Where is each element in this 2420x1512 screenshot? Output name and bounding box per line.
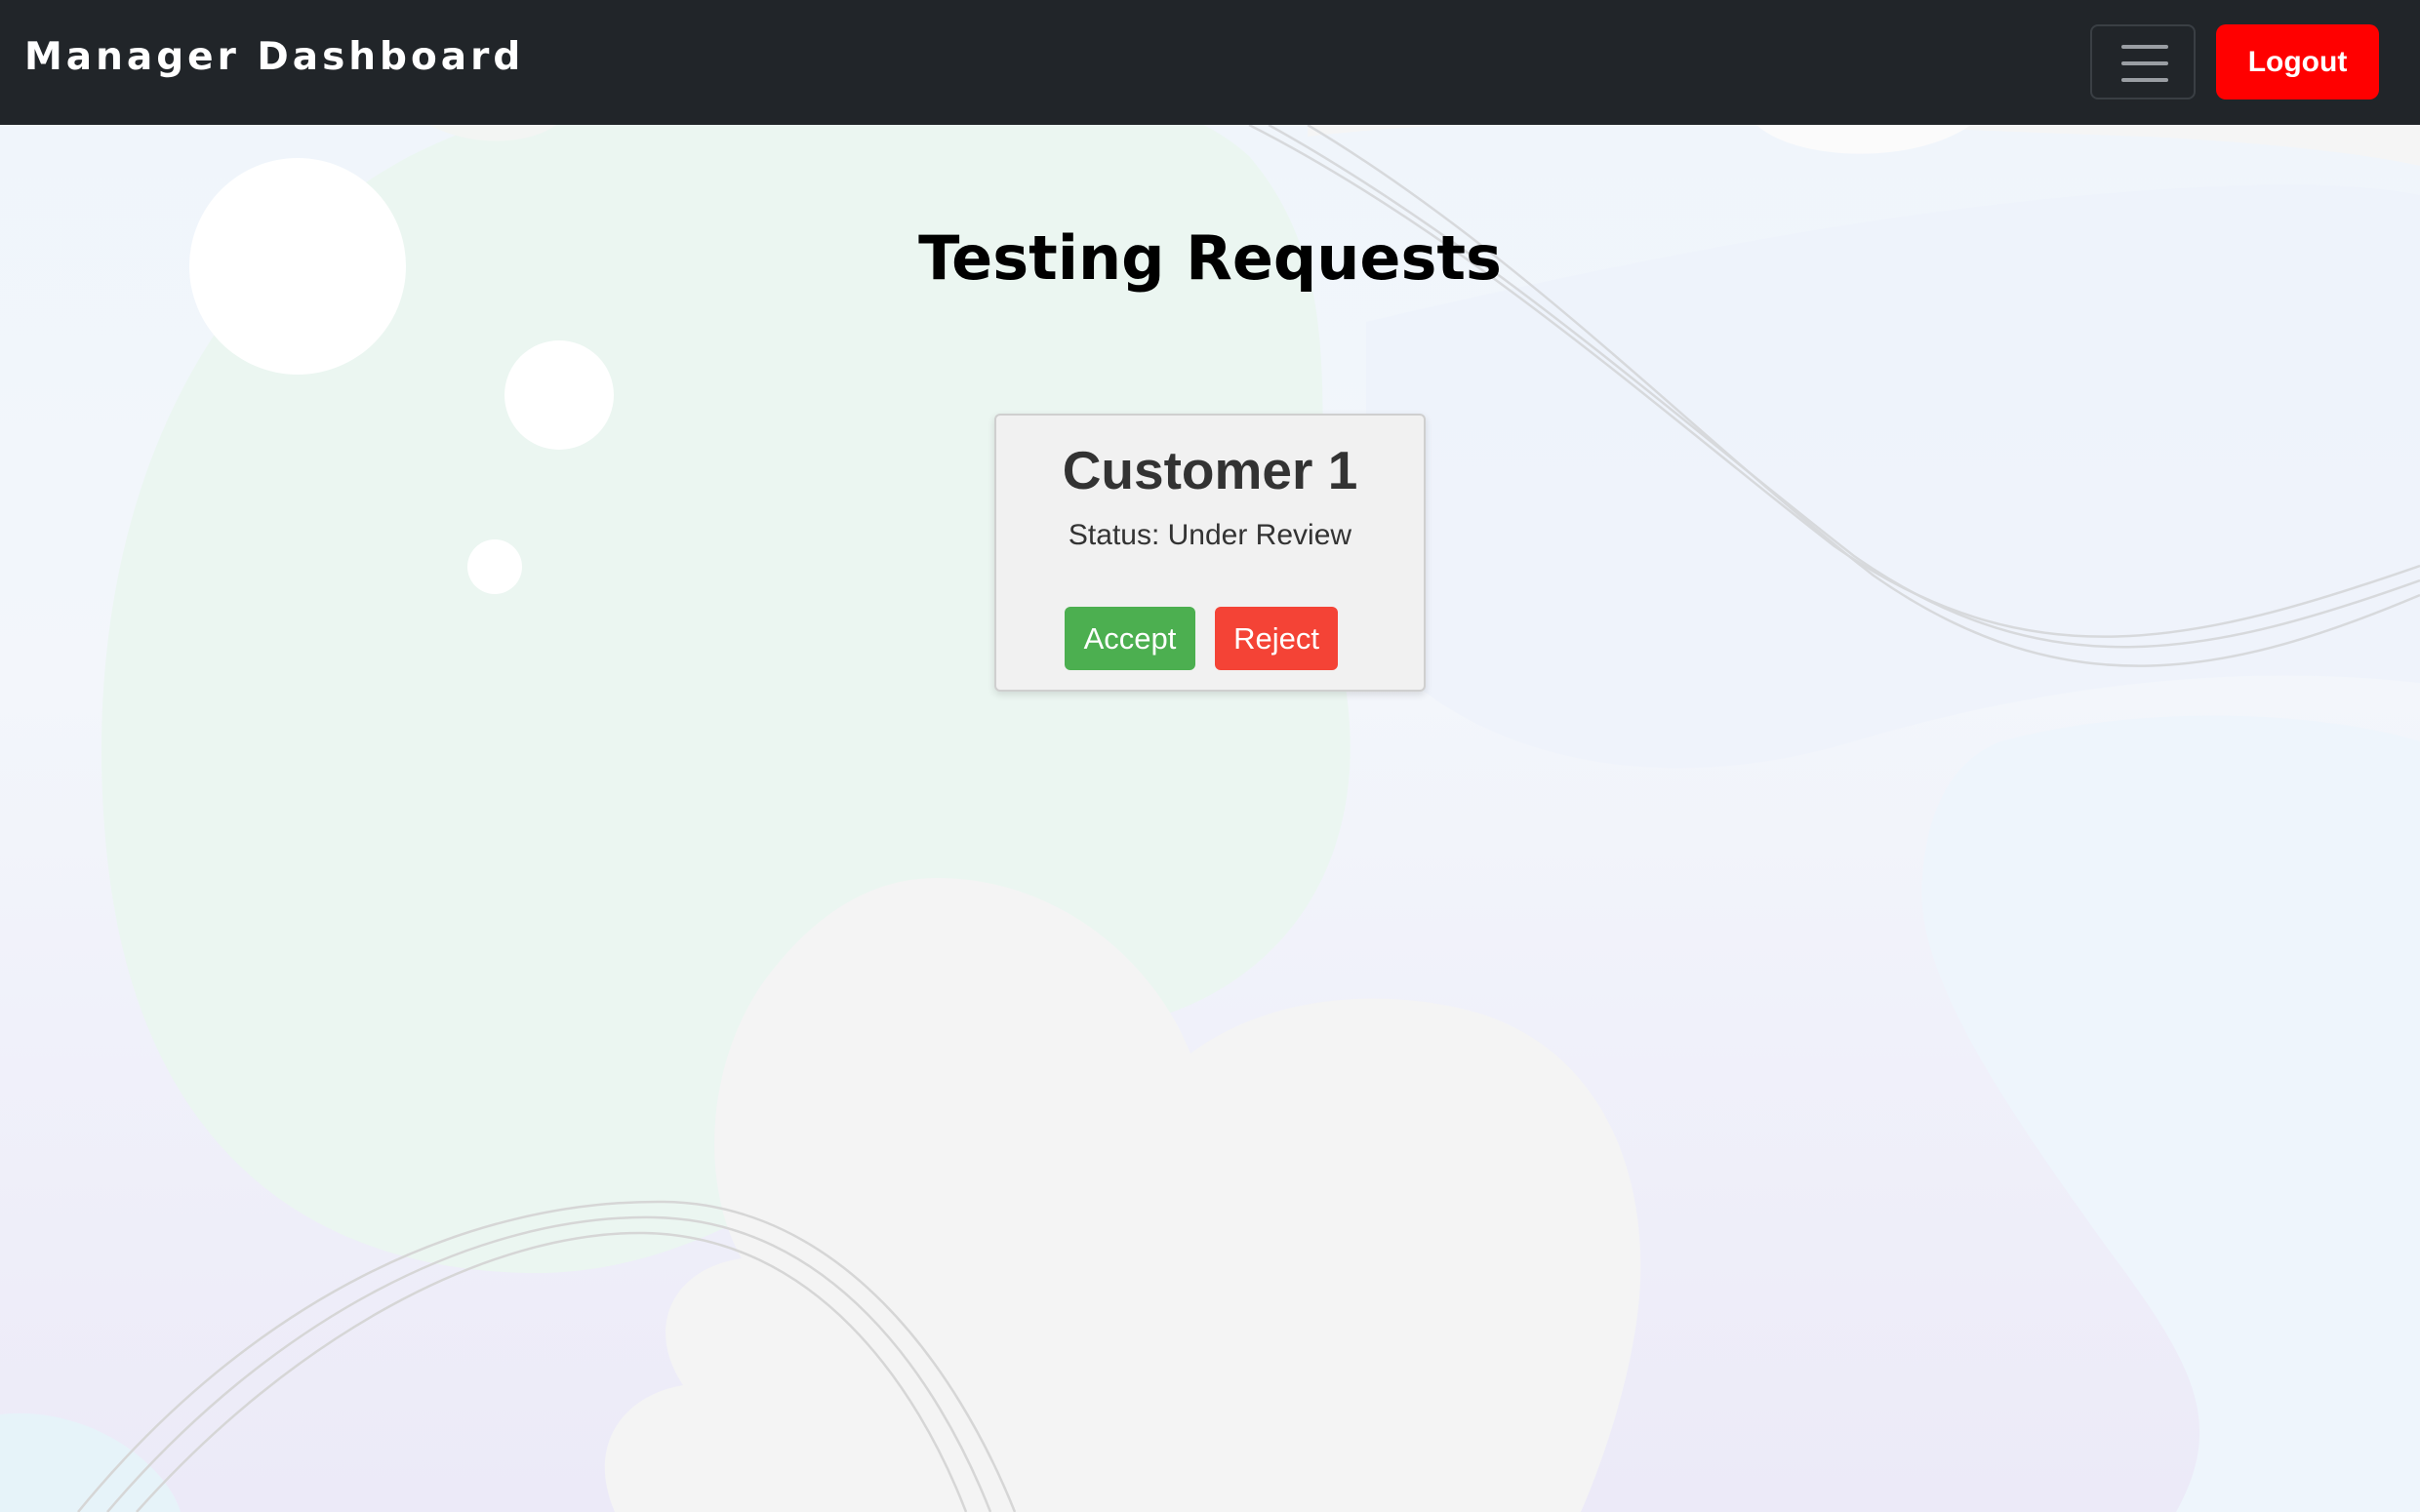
request-status: Status: Under Review [1068, 519, 1352, 551]
request-card: Customer 1 Status: Under Review Accept R… [994, 414, 1426, 692]
logout-button[interactable]: Logout [2216, 24, 2379, 99]
accept-button[interactable]: Accept [1065, 607, 1195, 670]
menu-toggle-button[interactable] [2090, 24, 2196, 99]
top-navbar: Manager Dashboard Logout [0, 0, 2420, 125]
customer-name: Customer 1 [1062, 440, 1358, 500]
reject-button[interactable]: Reject [1215, 607, 1338, 670]
brand-title: Manager Dashboard [24, 35, 525, 79]
page-title: Testing Requests [918, 222, 1502, 294]
